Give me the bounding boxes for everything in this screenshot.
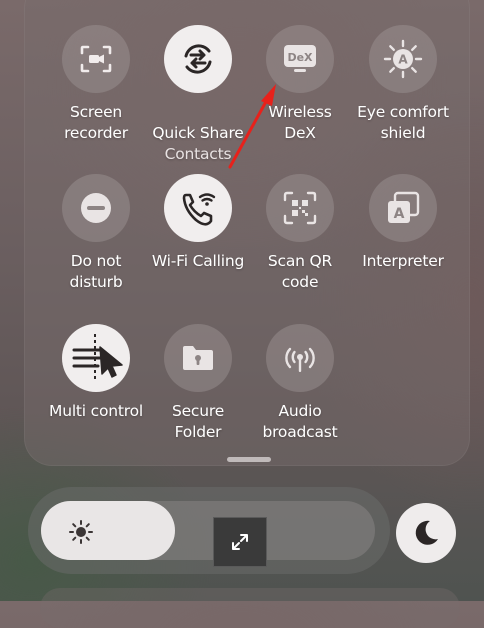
qr-scan-icon xyxy=(283,191,317,225)
wifi-calling-icon xyxy=(182,193,216,226)
do-not-disturb-label: Do not disturb xyxy=(69,252,123,291)
eye-comfort-label: Eye comfort shield xyxy=(357,103,449,142)
sun-icon xyxy=(69,520,93,544)
scan-qr-label: Scan QR code xyxy=(267,252,333,291)
scan-qr-button[interactable] xyxy=(266,174,334,242)
interpreter-label: Interpreter xyxy=(362,252,444,270)
audio-broadcast-icon xyxy=(285,347,315,372)
interpreter-button[interactable]: A xyxy=(369,174,437,242)
tile-eye-comfort[interactable]: A Eye comfort shield xyxy=(351,25,455,144)
dex-icon: DeX xyxy=(284,45,316,72)
secure-folder-button[interactable] xyxy=(164,324,232,392)
screen-recorder-button[interactable] xyxy=(62,25,130,93)
panel-drag-handle[interactable] xyxy=(227,457,271,462)
moon-icon xyxy=(415,520,438,545)
audio-broadcast-label: Audio broadcast xyxy=(262,402,338,441)
do-not-disturb-button[interactable] xyxy=(62,174,130,242)
brightness-slider-fill[interactable] xyxy=(41,501,175,560)
interpreter-icon: A xyxy=(388,191,420,223)
expand-icon xyxy=(232,534,248,550)
audio-broadcast-button[interactable] xyxy=(266,324,334,392)
dex-icon-text: DeX xyxy=(287,51,313,64)
interpreter-icon-text: A xyxy=(394,206,405,222)
tile-secure-folder[interactable]: Secure Folder xyxy=(146,324,250,443)
tile-screen-recorder[interactable]: Screen recorder xyxy=(44,25,148,144)
expand-button[interactable] xyxy=(213,517,267,567)
screen-recorder-label: Screen recorder xyxy=(64,103,128,142)
wifi-calling-label: Wi-Fi Calling xyxy=(151,252,245,270)
quick-share-icon xyxy=(184,44,212,74)
tile-multi-control[interactable]: Multi control xyxy=(44,324,148,422)
eye-comfort-button[interactable]: A xyxy=(369,25,437,93)
bottom-panel-edge xyxy=(40,588,460,628)
multi-control-label: Multi control xyxy=(49,402,143,420)
secure-folder-icon xyxy=(183,346,213,370)
dark-mode-button[interactable] xyxy=(396,503,456,563)
tile-do-not-disturb[interactable]: Do not disturb xyxy=(44,174,148,293)
tile-wifi-calling[interactable]: Wi-Fi Calling xyxy=(146,174,250,272)
tile-interpreter[interactable]: A Interpreter xyxy=(351,174,455,272)
multi-control-icon xyxy=(72,334,123,382)
wireless-dex-button[interactable]: DeX xyxy=(266,25,334,93)
quick-share-button[interactable] xyxy=(164,25,232,93)
wireless-dex-label: Wireless DeX xyxy=(268,103,332,142)
eye-comfort-icon: A xyxy=(383,39,423,79)
wifi-calling-button[interactable] xyxy=(164,174,232,242)
multi-control-button[interactable] xyxy=(62,324,130,392)
quick-share-title: Quick Share xyxy=(152,124,244,142)
tile-quick-share[interactable]: Quick Share Contacts xyxy=(146,25,250,186)
screen-recorder-icon xyxy=(80,45,112,73)
secure-folder-label: Secure Folder xyxy=(171,402,225,441)
quick-share-subtitle: Contacts xyxy=(164,145,232,163)
tile-audio-broadcast[interactable]: Audio broadcast xyxy=(248,324,352,443)
tile-wireless-dex[interactable]: DeX Wireless DeX xyxy=(248,25,352,144)
tile-scan-qr[interactable]: Scan QR code xyxy=(248,174,352,293)
eye-comfort-icon-text: A xyxy=(398,53,408,67)
minus-circle-icon xyxy=(81,193,111,223)
